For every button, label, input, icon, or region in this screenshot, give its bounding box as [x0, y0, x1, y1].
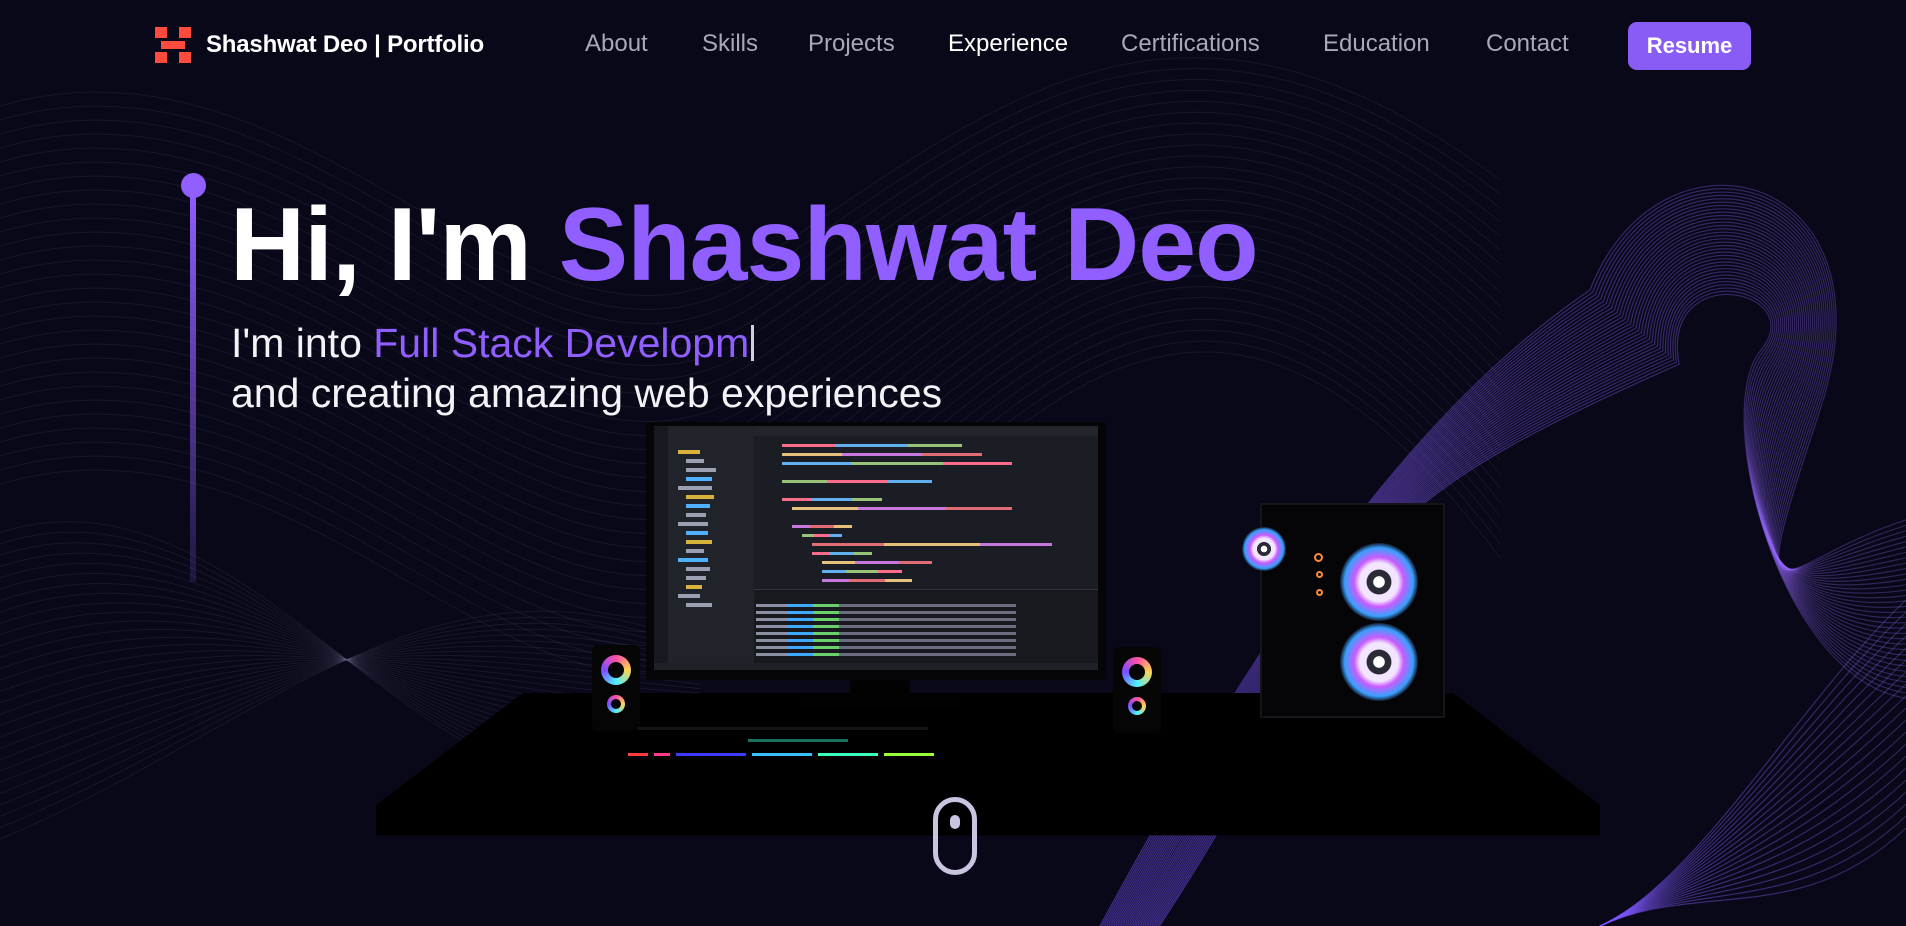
right-speaker [1113, 647, 1161, 733]
nav-link-certifications[interactable]: Certifications [1121, 30, 1260, 58]
code-line [782, 444, 962, 447]
code-line [782, 480, 932, 483]
code-line [782, 453, 982, 456]
nav-link-projects[interactable]: Projects [808, 30, 895, 58]
pc-fan-icon [1242, 527, 1286, 571]
logo-mark-icon [155, 27, 191, 63]
wave-line-accent [1599, 827, 1906, 926]
code-editor-screen [654, 426, 1098, 670]
explorer-file-entry [678, 486, 712, 490]
hero-name: Shashwat Deo [558, 187, 1259, 303]
hero-typed-text: Full Stack Developm [373, 320, 750, 366]
explorer-file-entry [686, 585, 702, 589]
hero-intro: I'm into Full Stack Developm [231, 318, 755, 368]
hero-title: Hi, I'm Shashwat Deo [230, 187, 1259, 303]
pc-led-icon [1314, 553, 1323, 562]
explorer-file-entry [686, 576, 706, 580]
terminal-line [756, 604, 1016, 607]
code-line [792, 525, 852, 528]
speaker-ring-icon [607, 695, 625, 713]
logo-text: Shashwat Deo | Portfolio [206, 31, 484, 58]
explorer-file-entry [678, 450, 700, 454]
nav-link-skills[interactable]: Skills [702, 30, 758, 58]
monitor-base [800, 697, 960, 707]
terminal-line [756, 646, 1016, 649]
pc-tower [1242, 503, 1445, 718]
editor-terminal [754, 589, 1098, 663]
code-line [782, 462, 1012, 465]
code-line [822, 570, 902, 573]
pc-led-icon [1316, 571, 1323, 578]
hero-tagline: and creating amazing web experiences [231, 370, 943, 416]
terminal-line [756, 625, 1016, 628]
hero-timeline-line [190, 192, 196, 582]
terminal-line [756, 653, 1016, 656]
speaker-ring-icon [601, 655, 631, 685]
explorer-file-entry [686, 504, 710, 508]
code-line [812, 552, 872, 555]
explorer-file-entry [678, 558, 708, 562]
pc-fan-icon [1340, 543, 1418, 621]
explorer-file-entry [686, 531, 708, 535]
pc-led-icon [1316, 589, 1323, 596]
wave-line-accent [1599, 815, 1906, 926]
top-navbar: Shashwat Deo | Portfolio About Skills Pr… [0, 0, 1906, 92]
desk [376, 693, 1600, 836]
explorer-file-entry [686, 540, 712, 544]
terminal-line [756, 618, 1016, 621]
wave-line-accent [1599, 599, 1906, 926]
explorer-file-entry [686, 459, 704, 463]
code-line [812, 543, 1052, 546]
rgb-keyboard [628, 715, 938, 765]
terminal-line [756, 611, 1016, 614]
code-line [822, 579, 912, 582]
hero-intro-prefix: I'm into [231, 320, 374, 366]
pc-fan-icon [1340, 623, 1418, 701]
nav-link-about[interactable]: About [585, 30, 648, 58]
explorer-file-entry [686, 468, 716, 472]
explorer-file-entry [686, 477, 712, 481]
code-line [782, 498, 882, 501]
nav-link-education[interactable]: Education [1323, 30, 1430, 58]
nav-link-experience[interactable]: Experience [948, 30, 1068, 58]
resume-button[interactable]: Resume [1628, 22, 1751, 70]
explorer-file-entry [686, 567, 710, 571]
editor-status-bar [654, 663, 1098, 670]
code-line [802, 534, 842, 537]
speaker-ring-icon [1122, 657, 1152, 687]
desk-setup-3d-scene[interactable] [370, 415, 1600, 895]
editor-activity-bar [654, 426, 668, 670]
editor-explorer [654, 426, 754, 670]
hero-greeting: Hi, I'm [230, 187, 559, 303]
wave-line-accent [1599, 623, 1906, 926]
typing-cursor [751, 325, 755, 361]
explorer-file-entry [686, 513, 706, 517]
scroll-wheel-icon [950, 815, 960, 829]
terminal-line [756, 632, 1016, 635]
editor-tabs [754, 426, 1098, 436]
explorer-file-entry [686, 495, 714, 499]
explorer-file-entry [678, 522, 708, 526]
logo[interactable]: Shashwat Deo | Portfolio [155, 27, 484, 63]
nav-link-contact[interactable]: Contact [1486, 30, 1569, 58]
speaker-ring-icon [1128, 697, 1146, 715]
explorer-file-entry [686, 549, 704, 553]
terminal-line [756, 639, 1016, 642]
code-line [822, 561, 932, 564]
monitor [646, 422, 1106, 680]
code-line [792, 507, 1012, 510]
scroll-mouse-icon[interactable] [933, 797, 977, 875]
explorer-file-entry [678, 594, 700, 598]
explorer-file-entry [686, 603, 712, 607]
